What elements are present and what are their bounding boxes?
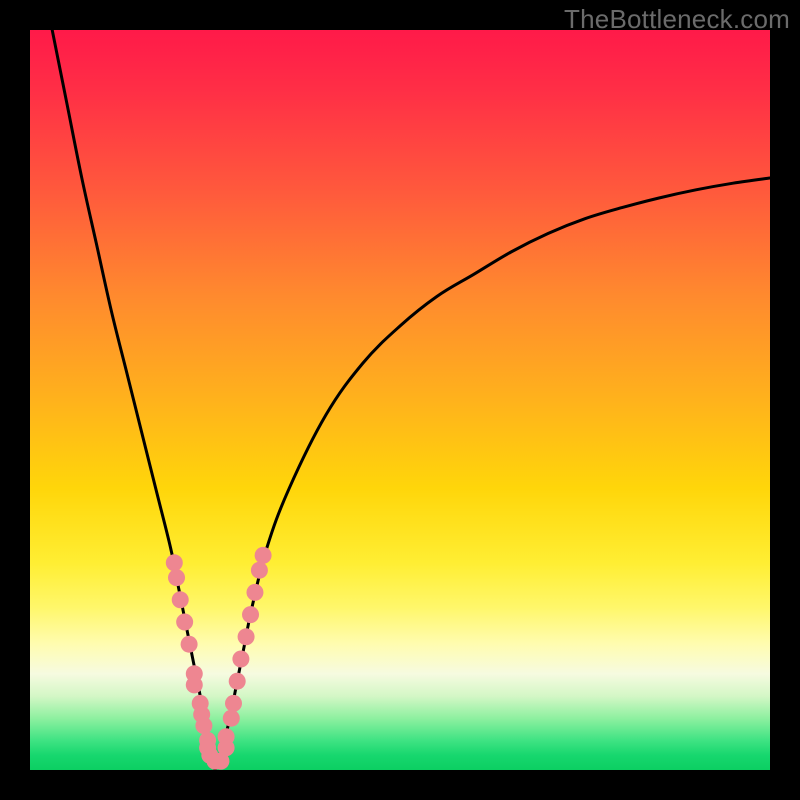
curve-layer	[52, 30, 770, 770]
data-marker	[251, 562, 268, 579]
data-marker	[255, 547, 272, 564]
series-left-branch	[52, 30, 215, 770]
data-marker	[242, 606, 259, 623]
data-marker	[166, 554, 183, 571]
marker-layer	[166, 547, 272, 770]
data-marker	[232, 651, 249, 668]
data-marker	[223, 710, 240, 727]
data-marker	[176, 614, 193, 631]
series-right-branch	[215, 178, 770, 770]
data-marker	[246, 584, 263, 601]
data-marker	[186, 676, 203, 693]
plot-area	[30, 30, 770, 770]
data-marker	[195, 717, 212, 734]
data-marker	[218, 728, 235, 745]
data-marker	[172, 591, 189, 608]
data-marker	[238, 628, 255, 645]
data-marker	[225, 695, 242, 712]
chart-svg	[30, 30, 770, 770]
data-marker	[229, 673, 246, 690]
data-marker	[168, 569, 185, 586]
chart-frame: TheBottleneck.com	[0, 0, 800, 800]
data-marker	[181, 636, 198, 653]
